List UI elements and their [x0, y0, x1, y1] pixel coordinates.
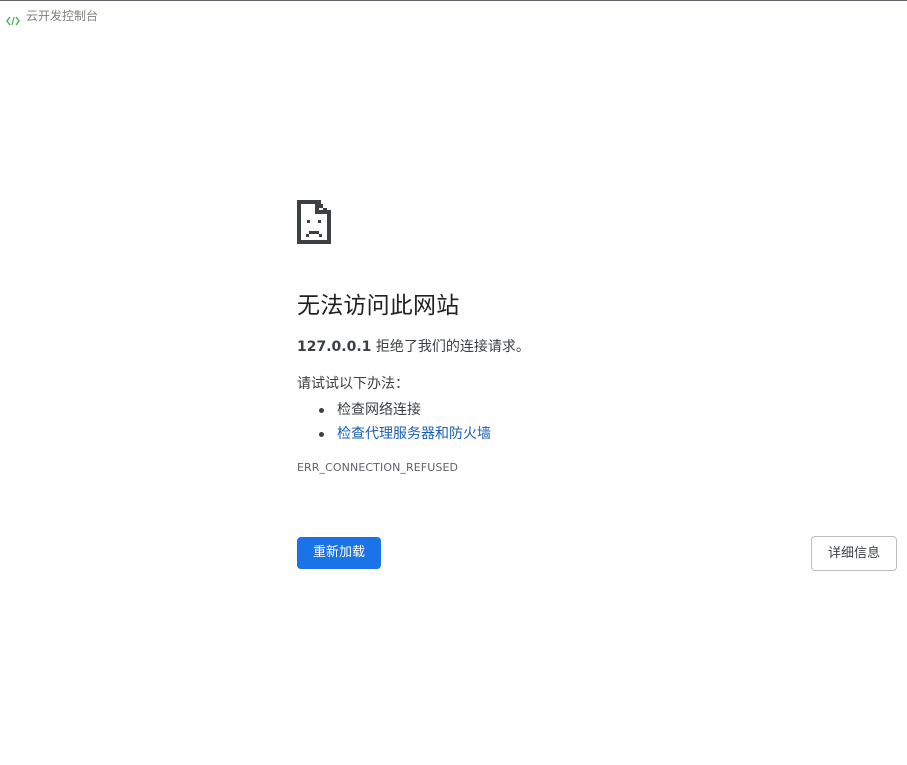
details-button[interactable]: 详细信息: [811, 536, 897, 571]
host-name: 127.0.0.1: [297, 339, 372, 355]
suggestion-check-network: 检查网络连接: [337, 402, 421, 418]
suggestions-list: 检查网络连接 检查代理服务器和防火墙: [297, 398, 817, 446]
suggestions-heading: 请试试以下办法：: [297, 376, 409, 392]
app-title-bar[interactable]: 云开发控制台: [6, 8, 99, 26]
sad-page-icon: [297, 200, 817, 244]
error-summary: 127.0.0.1 拒绝了我们的连接请求。: [297, 337, 817, 357]
list-item: 检查代理服务器和防火墙: [297, 422, 817, 446]
top-bar: 云开发控制台: [0, 0, 907, 30]
reload-button[interactable]: 重新加载: [297, 537, 381, 569]
code-brackets-icon: [6, 11, 20, 26]
summary-text: 拒绝了我们的连接请求。: [371, 339, 530, 355]
app-title: 云开发控制台: [26, 9, 99, 23]
bullet-icon: [319, 432, 324, 437]
error-content: 无法访问此网站 127.0.0.1 拒绝了我们的连接请求。 请试试以下办法： 检…: [297, 200, 817, 476]
bullet-icon: [319, 408, 324, 413]
check-proxy-firewall-link[interactable]: 检查代理服务器和防火墙: [337, 426, 491, 442]
error-code: ERR_CONNECTION_REFUSED: [297, 461, 459, 474]
error-headline: 无法访问此网站: [297, 293, 460, 319]
list-item: 检查网络连接: [297, 398, 817, 422]
